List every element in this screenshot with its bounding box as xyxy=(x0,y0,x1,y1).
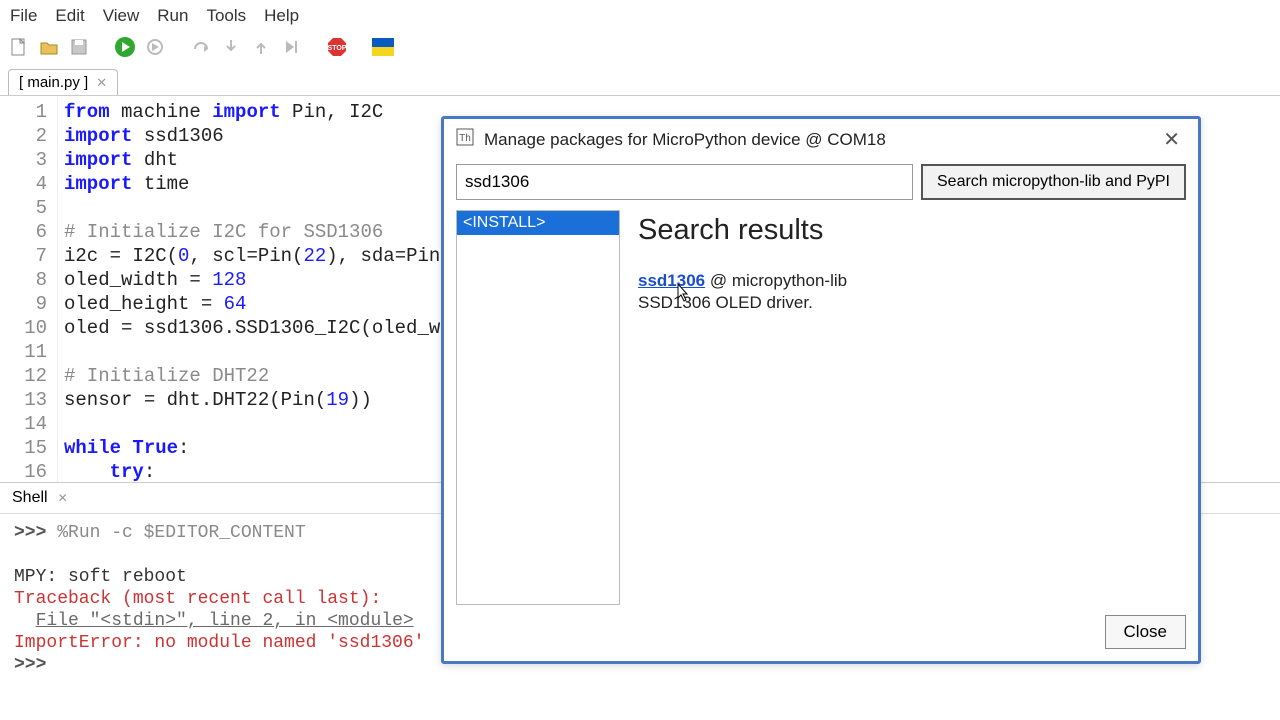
stop-icon[interactable]: STOP xyxy=(326,36,348,58)
editor-tabs: [ main.py ] ✕ xyxy=(0,69,1280,95)
install-entry[interactable]: <INSTALL> xyxy=(457,211,619,235)
step-over-icon[interactable] xyxy=(190,36,212,58)
result-description: SSD1306 OLED driver. xyxy=(638,293,1182,313)
run-icon[interactable] xyxy=(114,36,136,58)
close-icon[interactable]: ✕ xyxy=(58,491,68,505)
shell-run-cmd: %Run -c $EDITOR_CONTENT xyxy=(57,523,305,543)
shell-prompt: >>> xyxy=(14,523,46,543)
shell-label: Shell xyxy=(12,489,48,507)
tab-main-py[interactable]: [ main.py ] ✕ xyxy=(8,69,118,95)
close-button[interactable]: Close xyxy=(1105,615,1186,649)
new-file-icon[interactable] xyxy=(8,36,30,58)
search-button[interactable]: Search micropython-lib and PyPI xyxy=(921,164,1186,200)
toolbar: STOP xyxy=(0,32,1280,69)
shell-prompt: >>> xyxy=(14,655,46,675)
dialog-titlebar: Th Manage packages for MicroPython devic… xyxy=(444,119,1198,160)
menu-view[interactable]: View xyxy=(103,6,140,26)
svg-text:Th: Th xyxy=(459,133,471,144)
menubar: File Edit View Run Tools Help xyxy=(0,0,1280,32)
line-gutter: 12345678910111213141516 xyxy=(0,96,58,482)
dialog-title-text: Manage packages for MicroPython device @… xyxy=(484,130,886,150)
menu-file[interactable]: File xyxy=(10,6,37,26)
tab-label: [ main.py ] xyxy=(19,74,88,91)
package-icon: Th xyxy=(456,128,474,151)
results-heading: Search results xyxy=(638,214,1182,247)
debug-icon[interactable] xyxy=(144,36,166,58)
close-icon[interactable]: ✕ xyxy=(1157,127,1186,152)
package-list-panel[interactable]: <INSTALL> xyxy=(456,210,620,605)
save-icon[interactable] xyxy=(68,36,90,58)
step-out-icon[interactable] xyxy=(250,36,272,58)
package-manager-dialog: Th Manage packages for MicroPython devic… xyxy=(441,116,1201,664)
flag-icon[interactable] xyxy=(372,36,394,58)
resume-icon[interactable] xyxy=(280,36,302,58)
step-into-icon[interactable] xyxy=(220,36,242,58)
svg-text:STOP: STOP xyxy=(328,45,347,52)
menu-edit[interactable]: Edit xyxy=(55,6,84,26)
result-source: @ micropython-lib xyxy=(705,271,847,290)
menu-help[interactable]: Help xyxy=(264,6,299,26)
result-link-ssd1306[interactable]: ssd1306 xyxy=(638,271,705,290)
results-panel: Search results ssd1306 @ micropython-lib… xyxy=(634,210,1186,605)
close-icon[interactable]: ✕ xyxy=(96,75,107,91)
menu-tools[interactable]: Tools xyxy=(206,6,246,26)
open-file-icon[interactable] xyxy=(38,36,60,58)
menu-run[interactable]: Run xyxy=(157,6,188,26)
package-search-input[interactable] xyxy=(456,164,913,200)
